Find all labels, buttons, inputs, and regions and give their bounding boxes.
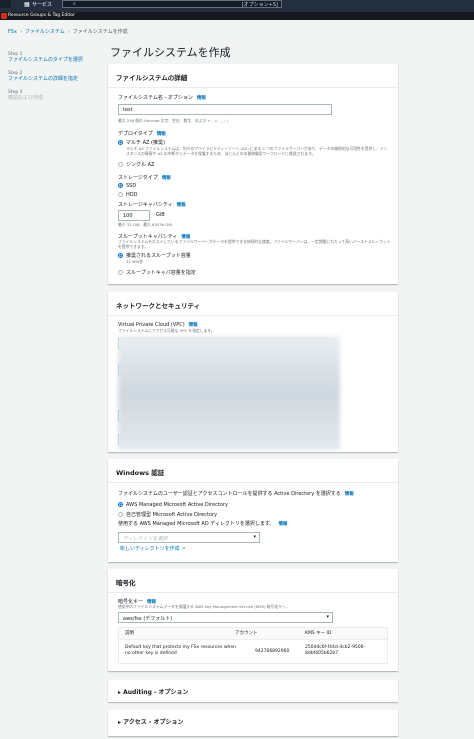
favorites-bar: Resource Groups & Tag Editor xyxy=(0,12,474,20)
caret-right-icon: ▸ xyxy=(118,719,122,726)
encryption-panel: 暗号化 暗号化キー 情報 使用中のファイルシステムデータを保護する AWS Key… xyxy=(108,569,398,671)
breadcrumb: FSx › ファイルシステム › ファイルシステムを作成 xyxy=(8,28,128,35)
breadcrumb-current: ファイルシステムを作成 xyxy=(72,29,128,35)
key-description: Default key that protects my FSx resourc… xyxy=(125,645,236,656)
details-header: ファイルシステムの詳細 xyxy=(108,64,398,88)
capacity-hint: 最小 32 GiB、最大 65536 GiB xyxy=(118,222,172,227)
encryption-header: 暗号化 xyxy=(108,569,398,593)
aws-managed-ad-radio[interactable]: AWS Managed Microsoft Active Directory xyxy=(118,502,228,508)
aws-logo[interactable] xyxy=(0,0,11,8)
access-title: ▸ アクセス - オプション xyxy=(118,719,184,726)
single-az-radio[interactable]: シングル AZ xyxy=(118,161,154,168)
directory-select[interactable]: ディレクトリを選択 ▾ xyxy=(118,532,260,543)
windows-auth-desc: ファイルシステムのユーザー認証とアクセスコントロールを提供する Active D… xyxy=(118,491,354,497)
step-3-label: 確認および作成 xyxy=(8,95,44,101)
auditing-title: ▸ Auditing - オプション xyxy=(118,689,189,696)
info-link[interactable]: 情報 xyxy=(278,522,287,527)
throughput-desc: ファイルシステムをホストしているファイルサーバーがデータを提供できる持続的な速度… xyxy=(118,239,391,249)
windows-auth-header: Windows 認証 xyxy=(108,459,398,483)
kms-key-select[interactable]: aws/fsx (デフォルト) ▾ xyxy=(118,612,333,623)
key-account: 942766892960 xyxy=(255,649,290,654)
search-icon: ⌕ xyxy=(73,1,76,7)
recommended-throughput-radio[interactable]: 推奨されるスループット容量 xyxy=(118,252,191,259)
col-kms-key-id: KMS キー ID xyxy=(305,631,332,636)
resource-groups-link[interactable]: Resource Groups & Tag Editor xyxy=(8,13,75,18)
chevron-right-icon: › xyxy=(19,29,22,35)
chevron-down-icon: ▾ xyxy=(253,534,256,540)
info-link[interactable]: 情報 xyxy=(177,203,186,208)
recommended-sub: 32 MB/秒 xyxy=(126,259,143,264)
multi-az-radio[interactable]: マルチ AZ (推奨) xyxy=(118,139,165,146)
windows-auth-panel: Windows 認証 ファイルシステムのユーザー認証とアクセスコントロールを提供… xyxy=(108,459,398,562)
page-title: ファイルシステムを作成 xyxy=(110,46,231,59)
storage-type-label: ストレージタイプ 情報 xyxy=(118,175,171,181)
step-2-link[interactable]: ファイルシステムの詳細を指定 xyxy=(8,76,98,82)
hdd-radio[interactable]: HDD xyxy=(118,192,137,198)
info-link[interactable]: 情報 xyxy=(197,96,206,101)
capacity-unit: GiB xyxy=(156,212,165,218)
kms-key-table: 説明 アカウント KMS キー ID Default key that prot… xyxy=(118,627,388,664)
kms-key-desc: 使用中のファイルシステムデータを保護する AWS Key Management … xyxy=(118,604,290,609)
services-menu[interactable]: サービス xyxy=(32,1,52,8)
breadcrumb-file-systems[interactable]: ファイルシステム xyxy=(25,29,65,35)
external-link-icon: ↗ xyxy=(181,546,186,552)
access-section[interactable]: ▸ アクセス - オプション xyxy=(108,710,398,736)
self-managed-ad-radio[interactable]: 自己管理型 Microsoft Active Directory xyxy=(118,511,217,518)
grid-icon[interactable]: ▦ xyxy=(24,1,30,8)
col-account: アカウント xyxy=(235,631,258,636)
auditing-section[interactable]: ▸ Auditing - オプション xyxy=(108,680,398,702)
chevron-right-icon: › xyxy=(67,29,70,35)
network-panel: ネットワークとセキュリティ Virtual Private Cloud (VPC… xyxy=(108,292,398,452)
step-1-link[interactable]: ファイルシステムのタイプを選択 xyxy=(8,57,98,63)
search-shortcut: [オプション+S] xyxy=(241,2,278,8)
network-header: ネットワークとセキュリティ xyxy=(108,292,398,316)
vpc-desc: ファイルシステムにアクセス可能な VPC を指定します。 xyxy=(118,328,215,333)
create-directory-link[interactable]: 新しいディレクトリを作成 ↗ xyxy=(120,545,185,552)
redacted-area xyxy=(118,336,340,450)
details-panel: ファイルシステムの詳細 ファイルシステム名 - オプション 情報 test 最大 … xyxy=(108,64,398,284)
search-input[interactable]: ⌕ [オプション+S] xyxy=(62,0,282,8)
capacity-field[interactable]: 100 xyxy=(118,210,150,221)
deploy-type-label: デプロイタイプ 情報 xyxy=(118,131,166,137)
wizard-steps: Step 1 ファイルシステムのタイプを選択 Step 2 ファイルシステムの詳細を… xyxy=(8,52,98,109)
info-link[interactable]: 情報 xyxy=(162,176,171,181)
ssd-radio[interactable]: SSD xyxy=(118,183,136,189)
key-id: 250ddc6f-f44d-4cb2-9506-8dbf405b62b7 xyxy=(305,645,366,656)
resource-groups-icon xyxy=(1,13,7,19)
name-hint: 最大 256 個の Unicode 文字、空白、数字、および + - = . _… xyxy=(118,118,229,123)
col-description: 説明 xyxy=(125,631,134,636)
breadcrumb-fsx[interactable]: FSx xyxy=(8,29,17,35)
info-link[interactable]: 情報 xyxy=(157,132,166,137)
name-label: ファイルシステム名 - オプション 情報 xyxy=(118,95,206,101)
name-field[interactable]: test xyxy=(118,104,332,115)
multi-az-desc: マルチ AZ ファイルシステムは、別々のアベイラビリティーゾーン (AZ) にあ… xyxy=(126,146,388,156)
top-nav-bar: ▦ サービス ⌕ [オプション+S] xyxy=(0,0,474,12)
info-link[interactable]: 情報 xyxy=(345,492,354,497)
caret-right-icon: ▸ xyxy=(118,689,122,696)
choose-ad-label: 使用する AWS Managed Microsoft AD ディレクトリを選択し… xyxy=(118,521,288,527)
chevron-down-icon: ▾ xyxy=(326,614,329,620)
specify-throughput-radio[interactable]: スループットキャパ容量を指定 xyxy=(118,269,196,276)
capacity-label: ストレージキャパシティ 情報 xyxy=(118,202,186,208)
